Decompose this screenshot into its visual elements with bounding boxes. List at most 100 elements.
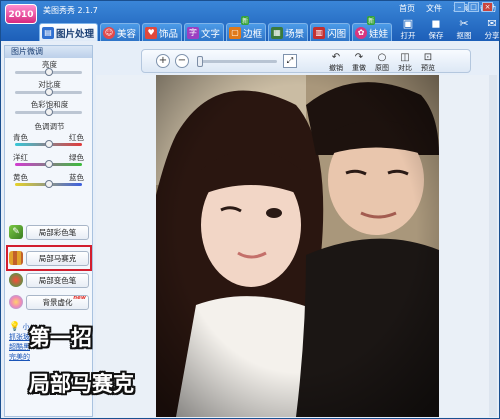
open-label: 打开	[400, 31, 416, 40]
maximize-button[interactable]: □	[468, 2, 479, 12]
edited-photo[interactable]	[156, 75, 439, 417]
panel-title: 图片微调	[5, 46, 92, 58]
tip-link[interactable]: 完美的	[9, 352, 89, 362]
color-change-button[interactable]: 局部变色笔	[9, 270, 89, 290]
undo-button[interactable]: ↶ 撤销	[326, 52, 346, 73]
preview-button[interactable]: ⊡ 预览	[418, 52, 438, 73]
cutout-label: 抠图	[456, 31, 472, 40]
saturation-slider-row: 色彩饱和度	[5, 98, 92, 118]
tab-label: 饰品	[159, 28, 179, 40]
caption-line-1: 第一招	[29, 326, 92, 350]
contrast-slider-row: 对比度	[5, 78, 92, 98]
yellow-blue-slider[interactable]	[15, 180, 82, 188]
top-actions: ▣ 打开 ◼ 保存 ✂ 抠图 ✉ 分享	[398, 18, 500, 41]
magenta-label: 洋红	[13, 153, 28, 162]
save-label: 保存	[428, 31, 444, 40]
magenta-green-row: 洋红 绿色	[5, 152, 92, 172]
save-button[interactable]: ◼ 保存	[426, 18, 446, 41]
caption-line-2: 局部马赛克	[29, 372, 134, 396]
scene-icon: ▦	[271, 26, 284, 39]
color-section-title: 色调调节	[34, 122, 65, 131]
main-tabs: ▤ 图片处理 ☺ 美容 ♥ 饰品 字 文字 新 ▢ 边框 ▦ 场景 ▥ 闪图 新…	[39, 16, 393, 41]
tab-doll[interactable]: 新 ✿ 娃娃	[352, 16, 393, 41]
yellow-label: 黄色	[13, 173, 28, 182]
original-label: 原图	[375, 64, 389, 72]
color-change-label: 局部变色笔	[26, 272, 89, 288]
undo-label: 撤销	[329, 64, 343, 72]
cyan-red-thumb[interactable]	[44, 140, 53, 148]
compare-button[interactable]: ◫ 对比	[395, 52, 415, 73]
zoom-out-button[interactable]: −	[175, 54, 189, 68]
tab-accessories[interactable]: ♥ 饰品	[142, 23, 183, 41]
image-toolbar: + − ⤢ ↶ 撤销 ↷ 重做 ○ 原图 ◫ 对比 ⊡ 预览	[141, 49, 471, 73]
contrast-thumb[interactable]	[44, 88, 53, 96]
new-badge: 新	[241, 16, 250, 25]
redo-icon: ↷	[354, 52, 364, 63]
compare-icon: ◫	[400, 52, 410, 63]
color-brush-button[interactable]: ✎ 局部彩色笔	[9, 222, 89, 242]
mosaic-label: 局部马赛克	[26, 250, 89, 266]
tab-scene[interactable]: ▦ 场景	[268, 23, 309, 41]
redo-label: 重做	[352, 64, 366, 72]
brightness-slider[interactable]	[15, 68, 82, 76]
blue-label: 蓝色	[69, 173, 84, 182]
zoom-in-icon: +	[158, 55, 168, 66]
zoom-slider-thumb[interactable]	[197, 56, 203, 67]
tab-label: 边框	[243, 28, 263, 40]
open-button[interactable]: ▣ 打开	[398, 18, 418, 41]
canvas-area	[96, 75, 497, 417]
share-button[interactable]: ✉ 分享	[482, 18, 500, 41]
heart-icon: ♥	[145, 26, 158, 39]
original-button[interactable]: ○ 原图	[372, 52, 392, 73]
adjust-panel: 图片微调 亮度 对比度 色彩饱和度 色调调节 青色 红色 洋红 绿色 黄色 蓝色…	[4, 45, 93, 417]
fit-screen-button[interactable]: ⤢	[283, 54, 297, 68]
app-window: 2010 美图秀秀 2.1.7 首页 文件 工具 帮助 – □ × ▤ 图片处理…	[0, 0, 500, 419]
brightness-thumb[interactable]	[44, 68, 53, 76]
tab-text[interactable]: 字 文字	[184, 23, 225, 41]
close-button[interactable]: ×	[482, 2, 493, 12]
yellow-blue-row: 黄色 蓝色	[5, 172, 92, 192]
saturation-thumb[interactable]	[44, 108, 53, 116]
yellow-blue-thumb[interactable]	[44, 180, 53, 188]
flash-icon: ▥	[313, 26, 326, 39]
tab-label: 美容	[117, 28, 137, 40]
photo-illustration	[156, 75, 439, 417]
tab-frame[interactable]: 新 ▢ 边框	[226, 16, 267, 41]
color-section: 色调调节	[5, 118, 92, 132]
zoom-in-button[interactable]: +	[156, 54, 170, 68]
tab-flash[interactable]: ▥ 闪图	[310, 23, 351, 41]
share-icon: ✉	[487, 17, 497, 30]
title-bar: 2010 美图秀秀 2.1.7 首页 文件 工具 帮助 – □ × ▤ 图片处理…	[1, 1, 500, 41]
tab-beauty[interactable]: ☺ 美容	[100, 23, 141, 41]
cyan-red-row: 青色 红色	[5, 132, 92, 152]
magenta-green-slider[interactable]	[15, 160, 82, 168]
image-icon: ▤	[42, 26, 54, 39]
preview-label: 预览	[421, 64, 435, 72]
mosaic-button[interactable]: 局部马赛克	[6, 245, 92, 271]
magenta-green-thumb[interactable]	[44, 160, 53, 168]
redo-button[interactable]: ↷ 重做	[349, 52, 369, 73]
share-label: 分享	[484, 31, 500, 40]
tab-image-processing[interactable]: ▤ 图片处理	[39, 23, 99, 41]
cyan-red-slider[interactable]	[15, 140, 82, 148]
tab-label: 图片处理	[56, 28, 95, 40]
tab-label: 文字	[201, 28, 221, 40]
cutout-button[interactable]: ✂ 抠图	[454, 18, 474, 41]
zoom-slider[interactable]	[197, 56, 277, 67]
undo-icon: ↶	[331, 52, 341, 63]
cutout-icon: ✂	[459, 17, 469, 30]
contrast-slider[interactable]	[15, 88, 82, 96]
tab-label: 闪图	[327, 28, 347, 40]
blur-background-icon	[9, 295, 23, 309]
frame-icon: ▢	[229, 26, 242, 39]
red-label: 红色	[69, 133, 84, 142]
menu-home[interactable]: 首页	[399, 3, 415, 14]
blur-background-button[interactable]: 背景虚化 new	[9, 292, 89, 312]
saturation-slider[interactable]	[15, 108, 82, 116]
compare-label: 对比	[398, 64, 412, 72]
menu-file[interactable]: 文件	[426, 3, 442, 14]
mosaic-icon	[9, 251, 23, 265]
vertical-scrollbar[interactable]	[489, 75, 497, 417]
minimize-button[interactable]: –	[454, 2, 465, 12]
app-logo: 2010	[5, 4, 37, 24]
